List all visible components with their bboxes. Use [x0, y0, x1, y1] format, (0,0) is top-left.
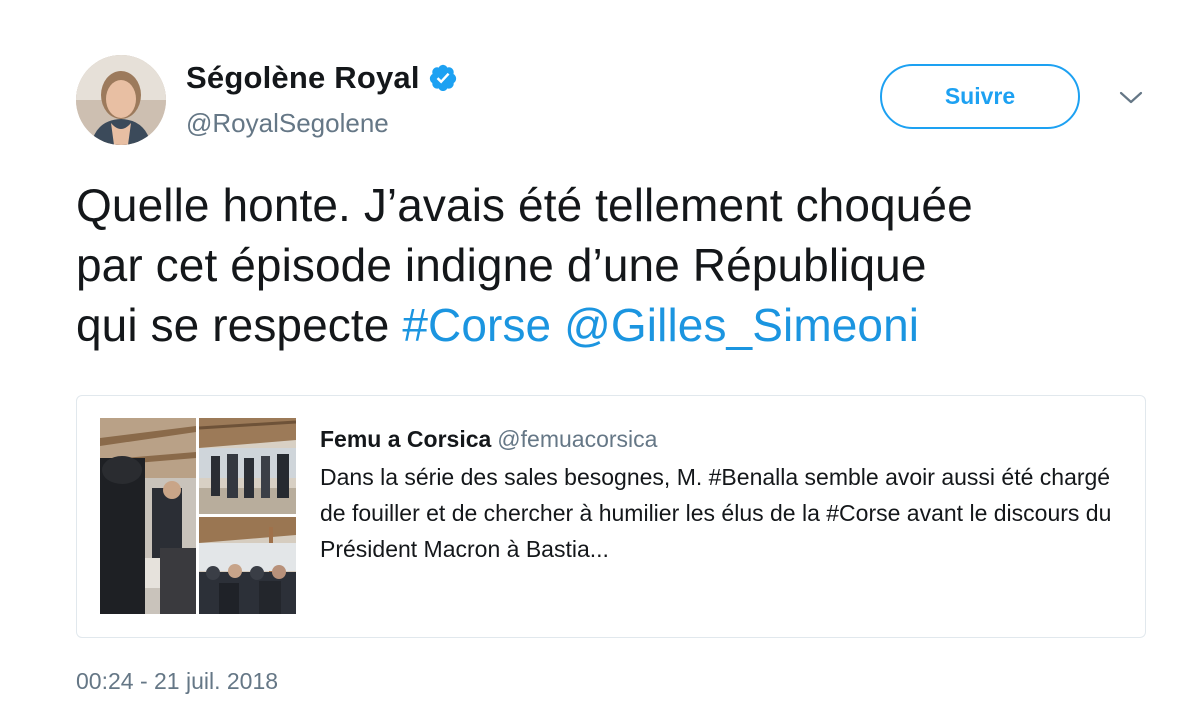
avatar-photo — [76, 55, 166, 145]
chevron-down-icon[interactable] — [1118, 88, 1144, 108]
hashtag-link[interactable]: #Corse — [402, 299, 551, 351]
quoted-photo-2[interactable] — [199, 418, 296, 514]
author-name-row[interactable]: Ségolène Royal — [186, 60, 458, 96]
quoted-tweet-header: Femu a Corsica @femuacorsica — [320, 426, 657, 453]
tweet-timestamp[interactable]: 00:24 - 21 juil. 2018 — [76, 668, 278, 695]
follow-button[interactable]: Suivre — [880, 64, 1080, 129]
quoted-author-name: Femu a Corsica — [320, 426, 492, 452]
quoted-photo-3[interactable] — [199, 517, 296, 614]
author-handle[interactable]: @RoyalSegolene — [186, 108, 389, 139]
tweet-text: Quelle honte. J’avais été tellement choq… — [76, 175, 1166, 355]
tweet-line: Quelle honte. J’avais été tellement choq… — [76, 179, 973, 231]
verified-badge-icon — [429, 64, 456, 92]
tweet-line: par cet épisode indigne d’une République — [76, 239, 927, 291]
author-name[interactable]: Ségolène Royal — [186, 60, 420, 96]
quoted-tweet-card[interactable]: Femu a Corsica @femuacorsica Dans la séri… — [76, 395, 1146, 638]
quoted-author-handle: @femuacorsica — [497, 426, 658, 452]
quoted-tweet-media[interactable] — [100, 418, 296, 614]
tweet-line-text: qui se respecte — [76, 299, 403, 351]
tweet-line: qui se respecte #Corse @Gilles_Simeoni — [76, 295, 1166, 355]
quoted-tweet-text: Dans la série des sales besognes, M. #Be… — [320, 464, 1112, 562]
avatar[interactable] — [76, 55, 166, 145]
quoted-photo-1[interactable] — [100, 418, 196, 614]
mention-link[interactable]: @Gilles_Simeoni — [564, 299, 919, 351]
